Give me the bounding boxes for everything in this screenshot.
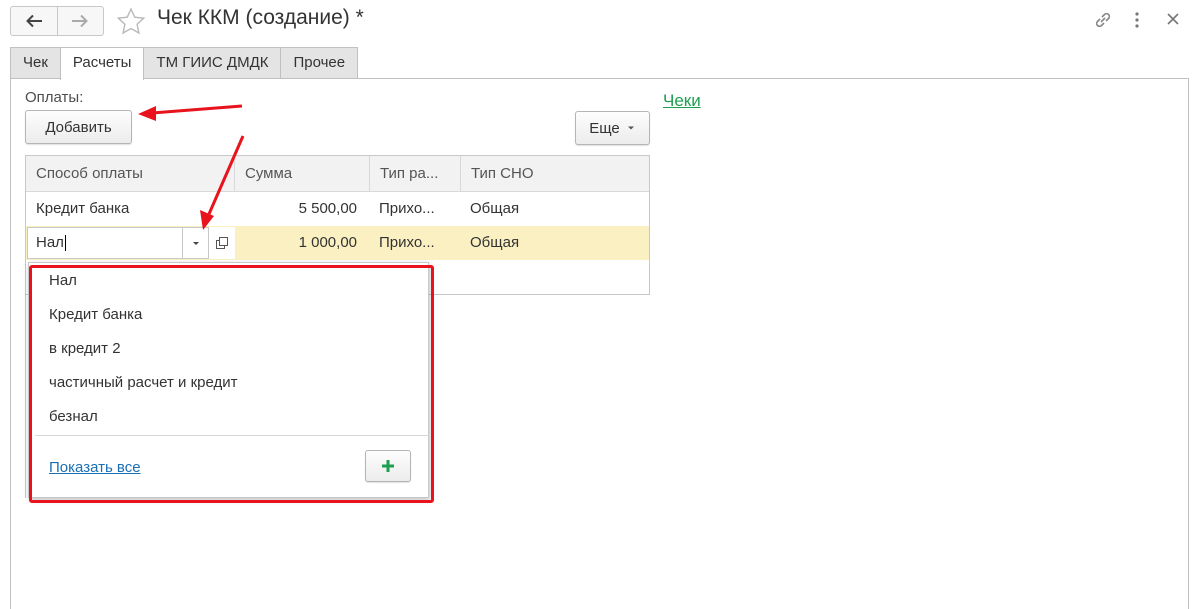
tab-payments[interactable]: Расчеты bbox=[59, 47, 145, 80]
annotation-arrows bbox=[138, 104, 245, 230]
annotation-arrow-icon bbox=[200, 135, 245, 230]
annotation-arrow-icon bbox=[138, 104, 243, 121]
